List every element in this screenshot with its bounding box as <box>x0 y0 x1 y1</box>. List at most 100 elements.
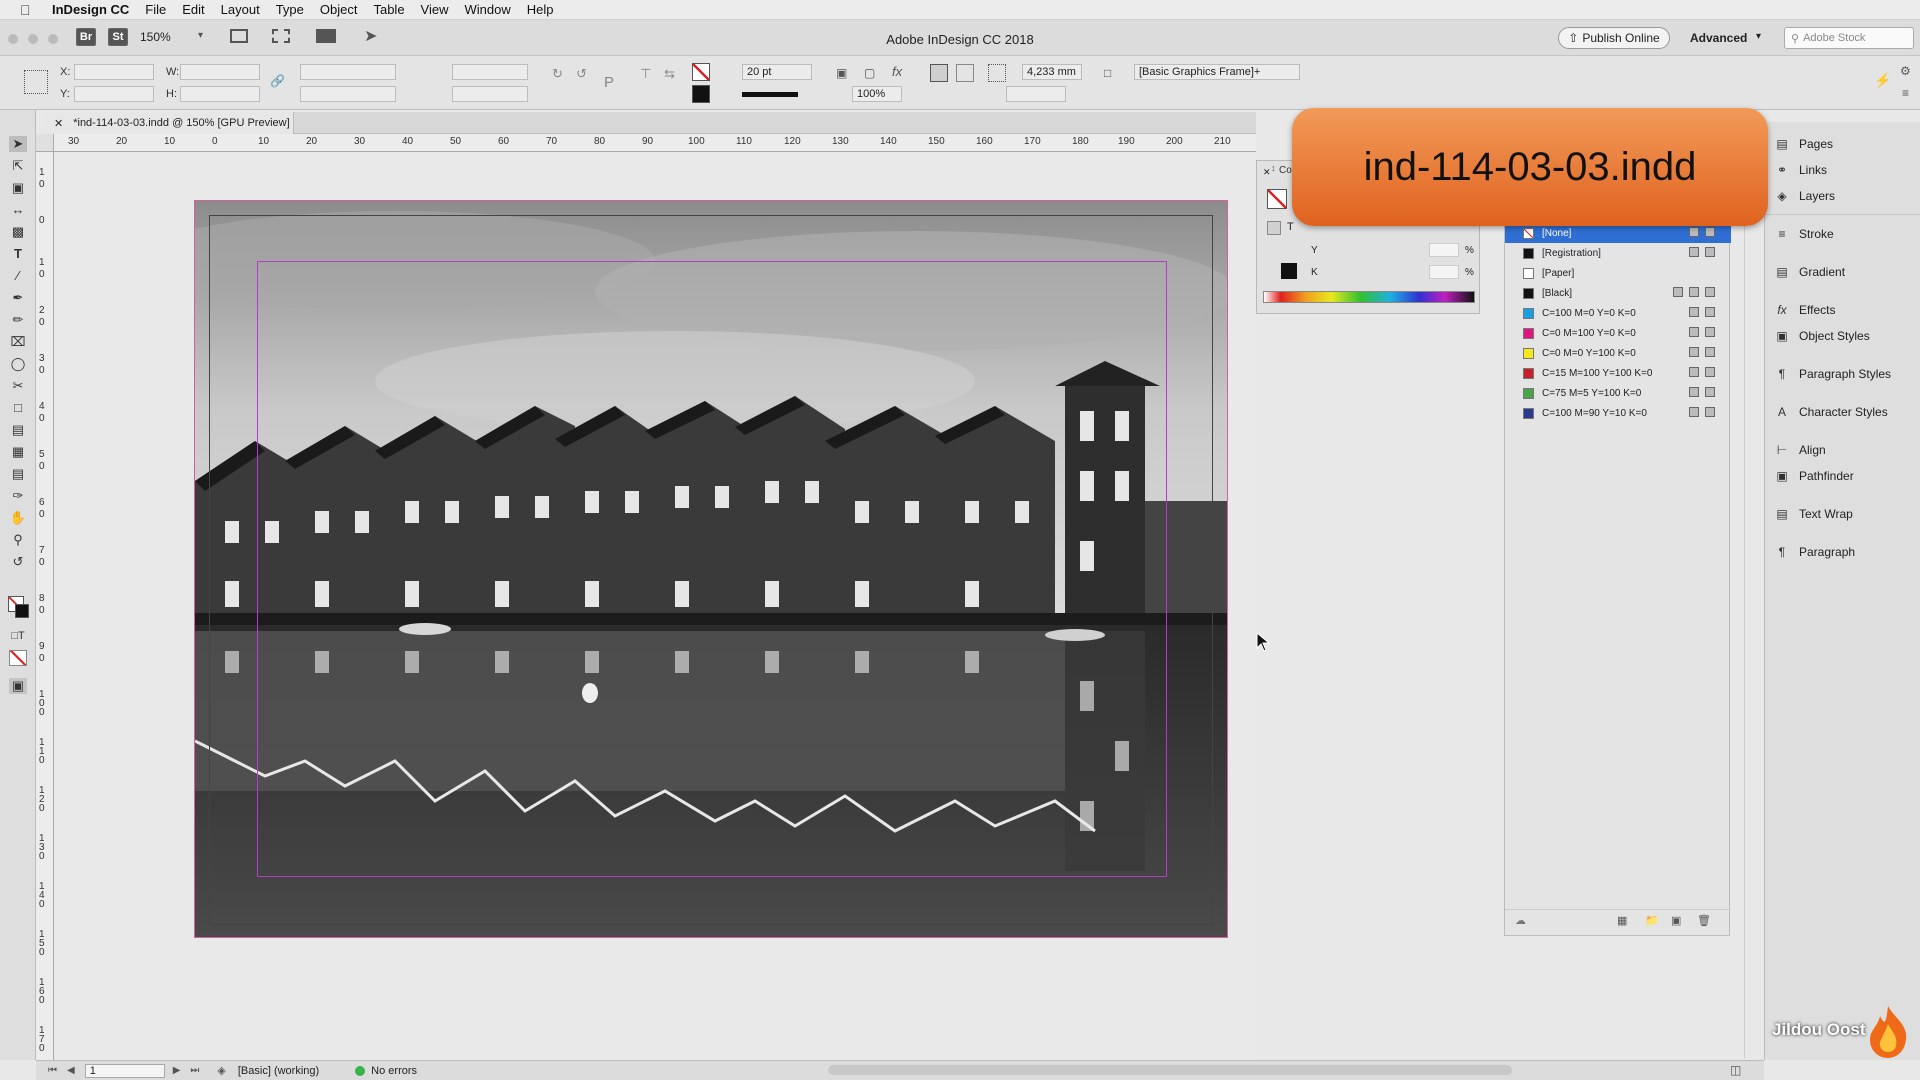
opacity-field[interactable]: 100% <box>852 86 902 102</box>
swatch-blue[interactable]: C=100 M=90 Y=10 K=0 <box>1505 403 1731 423</box>
menu-view[interactable]: View <box>421 2 449 17</box>
dock-effects[interactable]: fx Effects <box>1775 299 1915 321</box>
dock-text-wrap[interactable]: ▤ Text Wrap <box>1775 503 1915 525</box>
swatch-none[interactable]: [None] <box>1505 223 1731 243</box>
menu-help[interactable]: Help <box>527 2 554 17</box>
screen-mode-normal-icon[interactable]: ▣ <box>9 678 27 694</box>
scale-y-field[interactable] <box>300 86 396 102</box>
dock-character-styles[interactable]: A Character Styles <box>1775 401 1915 423</box>
dock-links[interactable]: ⚭ Links <box>1775 159 1915 181</box>
fill-none-icon[interactable] <box>1267 189 1287 209</box>
align-top-icon[interactable]: ⊤ <box>640 66 651 82</box>
lightning-icon[interactable]: ⚡ <box>1874 72 1891 89</box>
shear-field[interactable] <box>452 86 528 102</box>
swatch-paper[interactable]: [Paper] <box>1505 263 1731 283</box>
pasteboard[interactable] <box>55 153 1256 1060</box>
dock-layers[interactable]: ◈ Layers <box>1775 185 1915 207</box>
workspace-chevron-icon[interactable]: ▾ <box>1756 31 1761 42</box>
frame-fit-icon[interactable]: ▢ <box>864 66 875 80</box>
gap-tool-icon[interactable]: ↔ <box>9 202 27 218</box>
swatch-red[interactable]: C=15 M=100 Y=100 K=0 <box>1505 363 1731 383</box>
type-tool-icon[interactable]: T <box>9 246 27 262</box>
zoom-tool-icon[interactable]: ⚲ <box>9 532 27 548</box>
rectangle-frame-tool-icon[interactable]: ⌧ <box>9 334 27 350</box>
last-page-icon[interactable]: ⏭ <box>190 1065 199 1076</box>
document-tab[interactable]: ✕ *ind-114-03-03.indd @ 150% [GPU Previe… <box>44 112 294 134</box>
dock-gradient[interactable]: ▤ Gradient <box>1775 261 1915 283</box>
stroke-color-icon[interactable] <box>15 604 29 618</box>
y-value-field[interactable] <box>1429 243 1459 257</box>
pencil-tool-icon[interactable]: ✏ <box>9 312 27 328</box>
reference-point-icon[interactable] <box>24 70 48 94</box>
formatting-affects-container-icon[interactable]: □T <box>9 628 27 644</box>
dock-stroke[interactable]: ≡ Stroke <box>1775 223 1915 245</box>
publish-online-button[interactable]: ⇧ Publish Online <box>1558 27 1670 49</box>
menu-object[interactable]: Object <box>320 2 358 17</box>
scissors-tool-icon[interactable]: ✂ <box>9 378 27 394</box>
swatch-green[interactable]: C=75 M=5 Y=100 K=0 <box>1505 383 1731 403</box>
swap-colors-icon[interactable]: ↺ <box>9 554 27 570</box>
page-number-field[interactable]: 1 <box>84 1063 165 1078</box>
content-collector-icon[interactable]: ▩ <box>9 224 27 240</box>
trash-icon[interactable]: 🗑 <box>1697 914 1711 927</box>
page-tool-icon[interactable]: ▣ <box>9 180 27 196</box>
close-panel-icon[interactable]: ✕ <box>1263 167 1271 178</box>
constrain-proportions-icon[interactable]: 🔗 <box>270 74 285 88</box>
dock-paragraph-styles[interactable]: ¶ Paragraph Styles <box>1775 363 1915 385</box>
stroke-type-line[interactable] <box>742 92 798 97</box>
corner-shape-field[interactable] <box>1006 86 1066 102</box>
horizontal-ruler[interactable]: 30 20 10 0 10 20 30 40 50 60 70 80 90 10… <box>54 134 1256 152</box>
rotation-field[interactable] <box>452 64 528 80</box>
corner-options-icon[interactable] <box>988 64 1006 82</box>
swatch-black[interactable]: [Black] <box>1505 283 1731 303</box>
apple-icon[interactable]:  <box>20 2 38 18</box>
menu-layout[interactable]: Layout <box>221 2 260 17</box>
ruler-origin[interactable] <box>36 134 54 152</box>
collapse-chevron-icon[interactable]: ↕ <box>1271 163 1276 173</box>
stroke-weight-field[interactable]: 20 pt <box>742 64 812 80</box>
panel-scrollbar[interactable] <box>1744 222 1760 1058</box>
color-spectrum[interactable] <box>1263 291 1475 303</box>
apply-none-icon[interactable] <box>9 650 27 666</box>
stroke-black-swatch[interactable] <box>1281 263 1297 279</box>
fitting-icon[interactable]: ▣ <box>836 66 847 80</box>
rotate-icon[interactable]: ↻ <box>552 66 563 82</box>
preflight-profile[interactable]: [Basic] (working) <box>238 1065 319 1077</box>
ellipse-tool-icon[interactable]: ◯ <box>9 356 27 372</box>
eyedropper-tool-icon[interactable]: ✑ <box>9 488 27 504</box>
new-color-group-icon[interactable]: 📁 <box>1645 914 1659 927</box>
dock-paragraph[interactable]: ¶ Paragraph <box>1775 541 1915 563</box>
text-icon[interactable]: T <box>1287 221 1294 233</box>
dock-align[interactable]: ⊢ Align <box>1775 439 1915 461</box>
fill-none-swatch[interactable] <box>692 63 710 81</box>
y-field[interactable] <box>74 86 154 102</box>
split-window-icon[interactable]: ◫ <box>1730 1063 1741 1077</box>
menu-edit[interactable]: Edit <box>182 2 204 17</box>
text-frame-icon[interactable]: P <box>604 74 614 91</box>
swatch-yellow[interactable]: C=0 M=0 Y=100 K=0 <box>1505 343 1731 363</box>
open-document-icon[interactable]: ◈ <box>217 1064 225 1077</box>
free-transform-tool-icon[interactable]: □ <box>9 400 27 416</box>
pen-tool-icon[interactable]: ✒ <box>9 290 27 306</box>
text-wrap-none-icon[interactable] <box>930 64 948 82</box>
adobe-stock-search[interactable]: ⚲ Adobe Stock <box>1784 27 1914 49</box>
object-style-select[interactable]: [Basic Graphics Frame]+ <box>1134 64 1300 80</box>
new-swatch-icon[interactable]: ▣ <box>1671 914 1681 927</box>
object-style-icon[interactable]: □ <box>1104 66 1111 80</box>
dock-pages[interactable]: ▤ Pages <box>1775 133 1915 155</box>
menu-file[interactable]: File <box>145 2 166 17</box>
width-field[interactable] <box>180 64 260 80</box>
gear-icon[interactable]: ⚙ <box>1900 64 1911 78</box>
panel-menu-icon[interactable]: ≡ <box>1902 86 1909 100</box>
line-tool-icon[interactable]: ⁄ <box>9 268 27 284</box>
workspace-switcher[interactable]: Advanced <box>1690 31 1747 45</box>
swatch-cyan[interactable]: C=100 M=0 Y=0 K=0 <box>1505 303 1731 323</box>
prev-page-icon[interactable]: ◀ <box>67 1065 75 1076</box>
selection-tool-icon[interactable]: ➤ <box>9 136 27 152</box>
stroke-swatch[interactable] <box>692 85 710 103</box>
menu-table[interactable]: Table <box>373 2 404 17</box>
first-page-icon[interactable]: ⏮ <box>48 1065 57 1076</box>
note-tool-icon[interactable]: ▤ <box>9 466 27 482</box>
menu-window[interactable]: Window <box>465 2 511 17</box>
dock-object-styles[interactable]: ▣ Object Styles <box>1775 325 1915 347</box>
